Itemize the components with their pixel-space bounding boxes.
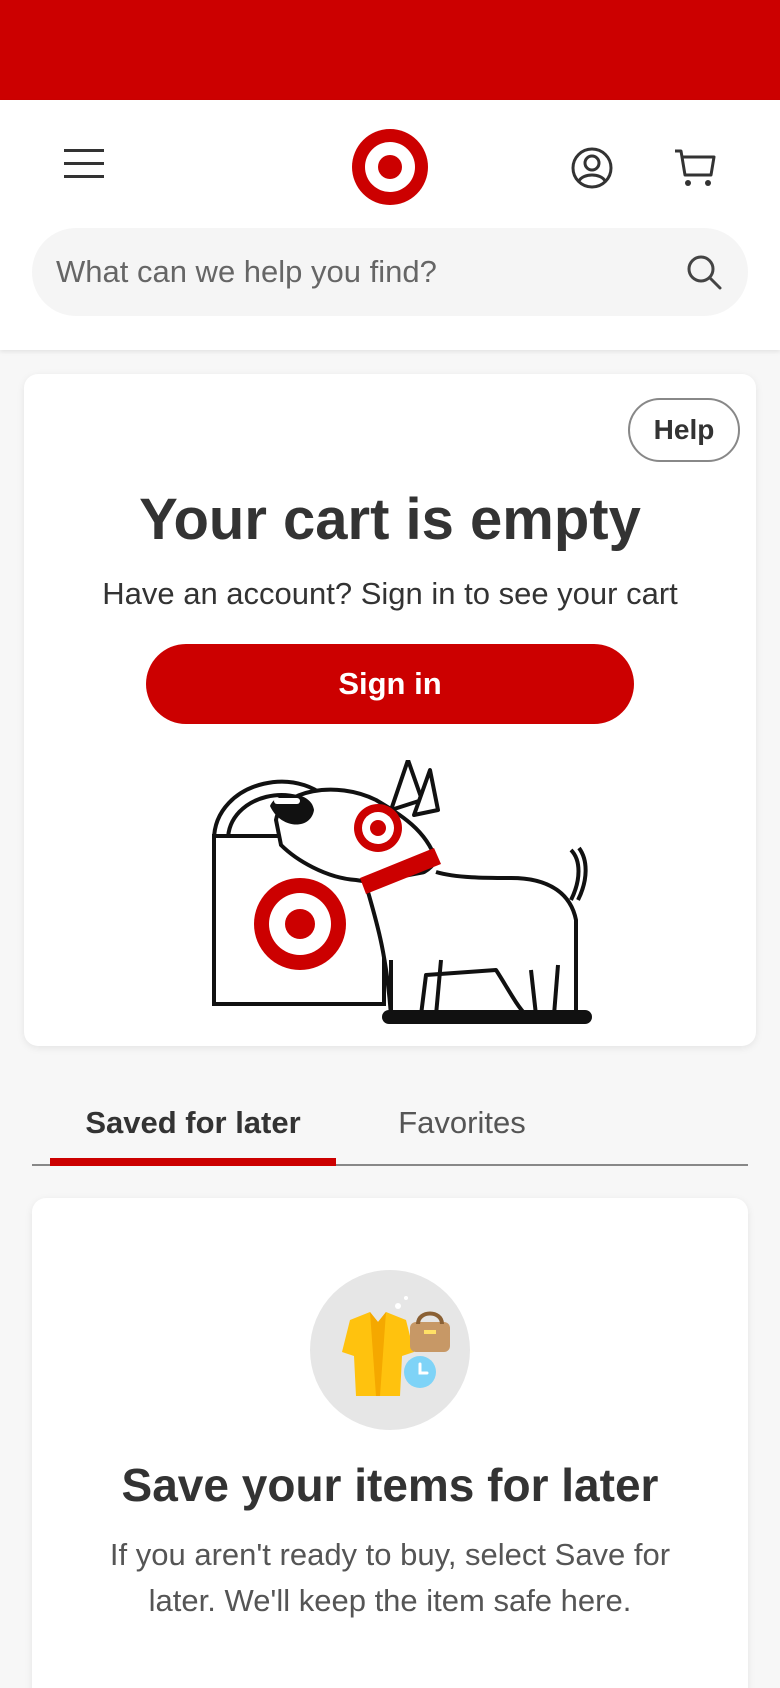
cart-button[interactable] [664,138,726,198]
search-input[interactable] [56,228,656,316]
saved-for-later-card: Save your items for later If you aren't … [32,1198,748,1688]
saved-items-illustration [310,1270,470,1430]
saved-for-later-description: If you aren't ready to buy, select Save … [109,1537,671,1618]
search-icon[interactable] [682,250,726,294]
saved-for-later-title: Save your items for later [121,1459,659,1511]
active-tab-indicator [50,1158,336,1166]
account-button[interactable] [562,138,622,198]
status-bar [0,0,780,100]
bullseye-dog-illustration [212,760,592,1024]
cart-empty-title: Your cart is empty [139,487,641,552]
tab-favorites[interactable]: Favorites [362,1080,562,1166]
saved-favorites-tabs: Saved for later Favorites [32,1080,748,1166]
header [0,100,780,350]
empty-cart-card: Help Your cart is empty Have an account?… [24,374,756,1046]
account-icon [571,147,613,189]
menu-button[interactable] [54,138,114,188]
hamburger-menu-icon [64,149,104,178]
target-logo[interactable] [348,125,432,209]
help-button[interactable]: Help [628,398,740,462]
bullseye-logo-icon [352,129,428,205]
cart-icon [675,149,716,186]
search-bar [32,228,748,316]
tab-saved-for-later[interactable]: Saved for later [50,1080,336,1166]
cart-empty-subtitle: Have an account? Sign in to see your car… [102,576,678,611]
sign-in-button[interactable]: Sign in [146,644,634,724]
